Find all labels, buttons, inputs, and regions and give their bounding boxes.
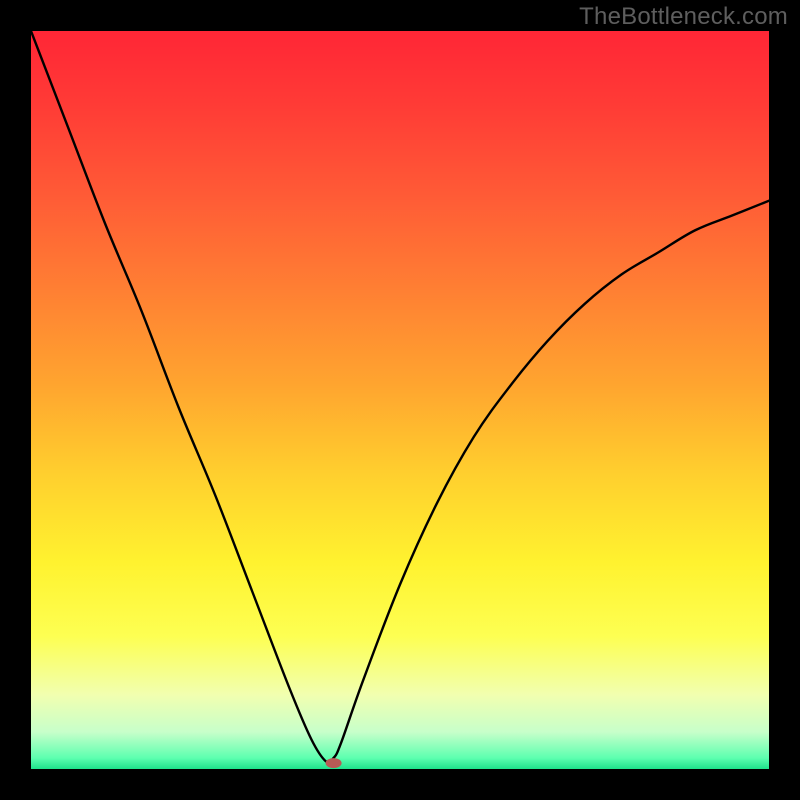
chart-frame: TheBottleneck.com — [0, 0, 800, 800]
watermark-text: TheBottleneck.com — [579, 3, 788, 31]
optimal-point-marker — [326, 758, 342, 768]
plot-background — [31, 31, 769, 769]
bottleneck-chart — [31, 31, 769, 769]
